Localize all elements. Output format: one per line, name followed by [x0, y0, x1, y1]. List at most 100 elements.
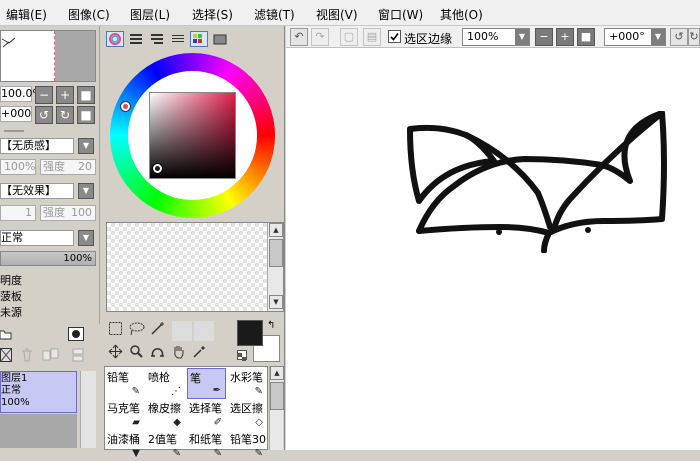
brush-cell-pen[interactable]: 笔 ✒ [187, 368, 226, 399]
canvas-zoom-in-button[interactable]: + [556, 28, 574, 46]
selection-edge-checkbox[interactable] [388, 30, 401, 43]
option-lightness[interactable]: 明度 [0, 272, 22, 288]
tab-color-wheel[interactable] [106, 31, 124, 47]
menu-other[interactable]: 其他(O) [440, 6, 483, 23]
blend-mode-dropdown-arrow[interactable]: ▼ [78, 230, 94, 246]
deselect-button[interactable]: ▢ [340, 28, 358, 46]
brush-grid-scrollbar[interactable]: ▲ [269, 366, 284, 450]
option-source[interactable]: 未源 [0, 304, 22, 320]
brush-cell-airbrush[interactable]: 喷枪 ⋰ [146, 368, 185, 399]
effect-width-field[interactable]: 1 [0, 205, 36, 221]
brush-scroll-up-button[interactable]: ▲ [270, 366, 284, 380]
brush-cell-pencil30[interactable]: 铅笔30 ✎ [228, 430, 267, 461]
navigator-canvas-preview [1, 31, 55, 81]
brush-scroll-thumb[interactable] [270, 382, 284, 410]
brush-cell-watercolor[interactable]: 水彩笔 ✎ [228, 368, 267, 399]
angle-field[interactable]: +000 [0, 106, 32, 122]
rect-select-tool[interactable] [107, 321, 124, 338]
zoom-select[interactable]: 100% ▼ [462, 28, 530, 46]
menu-image[interactable]: 图像(C) [68, 6, 110, 23]
transparent-color-button[interactable] [237, 350, 247, 361]
menu-filter[interactable]: 滤镜(T) [254, 6, 295, 23]
tool-slot-empty-2 [194, 321, 214, 341]
marker-icon: ▰ [132, 417, 140, 428]
option-clipping[interactable]: 菠板 [0, 288, 22, 304]
canvas-area[interactable] [286, 26, 700, 450]
brush-cell-washi-pen[interactable]: 和纸笔 ✎ [187, 430, 226, 461]
texture-strength-slider[interactable]: 强度 20 [40, 159, 96, 175]
lasso-tool[interactable] [128, 321, 145, 338]
zoom-field[interactable]: 100.0% [0, 86, 43, 102]
zoom-tool[interactable] [128, 344, 145, 361]
scratchpad-scrollbar[interactable]: ▲ ▼ [267, 223, 283, 311]
move-tool[interactable] [107, 344, 124, 361]
layer-item[interactable]: 图层1 正常 100% [0, 371, 77, 413]
texture-select[interactable]: 【无质感】 [0, 138, 74, 154]
canvas-zoom-out-button[interactable]: − [535, 28, 553, 46]
rotate-tool[interactable] [149, 344, 166, 361]
hand-tool[interactable] [170, 344, 187, 361]
brush-cell-bucket[interactable]: 油漆桶 ▼ [105, 430, 144, 461]
sv-picker-marker[interactable] [153, 164, 162, 173]
menu-window[interactable]: 窗口(W) [378, 6, 423, 23]
rotation-select[interactable]: +000° ▼ [604, 28, 666, 46]
rotate-left-button[interactable]: ↺ [35, 106, 53, 124]
scroll-down-button[interactable]: ▼ [269, 295, 283, 309]
menu-layer[interactable]: 图层(L) [130, 6, 170, 23]
layer-list-empty [0, 414, 77, 448]
zoom-in-button[interactable]: + [56, 86, 74, 104]
effect-strength-slider[interactable]: 强度 100 [40, 205, 96, 221]
brush-cell-marker[interactable]: 马克笔 ▰ [105, 399, 144, 430]
menu-select[interactable]: 选择(S) [192, 6, 233, 23]
brush-cell-selpen[interactable]: 选择笔 ✐ [187, 399, 226, 430]
primary-color-swatch[interactable] [237, 320, 263, 346]
texture-strength-label: 强度 [43, 160, 65, 173]
magic-wand-tool[interactable] [149, 321, 166, 338]
effect-select[interactable]: 【无效果】 [0, 183, 74, 199]
tab-hsv-sliders[interactable] [148, 31, 166, 47]
transfer-layer-icon[interactable] [70, 348, 86, 362]
blend-mode-select[interactable]: 正常 [0, 230, 74, 246]
layer-opacity: 100% [1, 397, 30, 408]
hue-picker-marker[interactable] [121, 102, 130, 111]
redo-button[interactable]: ↷ [311, 28, 329, 46]
tab-swatches[interactable] [190, 31, 208, 47]
undo-button[interactable]: ↶ [290, 28, 308, 46]
tab-scratchpad[interactable] [211, 31, 229, 47]
divider-grip[interactable] [4, 130, 24, 132]
navigator[interactable] [0, 30, 96, 82]
merge-layer-icon[interactable] [0, 348, 12, 362]
brush-cell-pencil[interactable]: 铅笔 ✎ [105, 368, 144, 399]
folder-icon[interactable] [0, 328, 12, 340]
scratchpad-area[interactable] [106, 222, 284, 312]
effect-dropdown-arrow[interactable]: ▼ [78, 183, 94, 199]
swap-colors-icon[interactable]: ↰ [267, 320, 275, 331]
canvas-zoom-reset-button[interactable]: ■ [577, 28, 595, 46]
texture-dropdown-arrow[interactable]: ▼ [78, 138, 94, 154]
clear-layer-icon[interactable] [42, 348, 60, 362]
saturation-value-square[interactable] [149, 92, 236, 179]
eyedropper-tool[interactable] [191, 344, 208, 361]
canvas-rotate-left-button[interactable]: ↺ [670, 28, 688, 46]
rotate-reset-button[interactable]: ■ [77, 106, 95, 124]
brush-cell-binary-pen[interactable]: 2值笔 ✎ [146, 430, 185, 461]
zoom-out-button[interactable]: − [35, 86, 53, 104]
tab-color-mixer[interactable] [169, 31, 187, 47]
zoom-reset-button[interactable]: ■ [77, 86, 95, 104]
rotate-right-button[interactable]: ↻ [56, 106, 74, 124]
menu-edit[interactable]: 编辑(E) [6, 6, 47, 23]
layer-scrollbar[interactable] [80, 371, 96, 448]
canvas-rotate-right-button[interactable]: ↻ [688, 28, 700, 46]
layer-mask-icon[interactable] [68, 327, 84, 341]
menu-view[interactable]: 视图(V) [316, 6, 358, 23]
scroll-thumb[interactable] [269, 239, 283, 267]
delete-layer-icon[interactable] [20, 348, 34, 362]
brush-cell-eraser[interactable]: 橡皮擦 ◆ [146, 399, 185, 430]
brush-cell-selerase[interactable]: 选区擦 ◇ [228, 399, 267, 430]
scroll-up-button[interactable]: ▲ [269, 223, 283, 237]
tab-rgb-sliders[interactable] [127, 31, 145, 47]
opacity-slider[interactable]: 100% [0, 251, 96, 266]
invert-selection-button[interactable]: ▤ [363, 28, 381, 46]
hsv-sliders-icon [151, 34, 163, 44]
texture-percent-field[interactable]: 100% [0, 159, 36, 175]
